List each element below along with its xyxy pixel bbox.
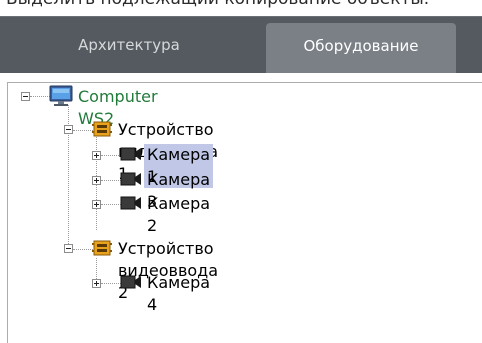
camera-icon <box>120 195 142 215</box>
computer-icon <box>49 85 73 111</box>
collapse-toggle[interactable] <box>64 244 73 253</box>
camera-icon <box>120 146 142 166</box>
tree-connector <box>73 249 93 251</box>
camera-icon <box>120 274 142 294</box>
tree-node-camera-4[interactable]: Камера 4 <box>147 272 210 316</box>
capture-card-icon <box>92 238 112 262</box>
expand-toggle[interactable] <box>92 151 101 160</box>
page-caption: Выделить подлежащии копирование объекты. <box>6 0 429 9</box>
tree-connector <box>73 130 93 132</box>
capture-card-icon <box>92 119 112 143</box>
tab-equipment[interactable]: Оборудование <box>266 23 456 73</box>
expand-toggle[interactable] <box>92 279 101 288</box>
collapse-toggle[interactable] <box>64 125 73 134</box>
expand-toggle[interactable] <box>92 200 101 209</box>
camera-icon <box>120 171 142 191</box>
tree-connector <box>30 96 50 98</box>
tree-node-camera-2[interactable]: Камера 2 <box>147 193 210 237</box>
expand-toggle[interactable] <box>92 176 101 185</box>
tab-architecture[interactable]: Архитектура <box>0 17 258 73</box>
equipment-tree-panel: Computer WS2 Устройство видеоввода 1 Кам… <box>7 82 482 343</box>
tab-bar: Архитектура Оборудование <box>0 16 482 73</box>
collapse-toggle[interactable] <box>21 92 30 101</box>
